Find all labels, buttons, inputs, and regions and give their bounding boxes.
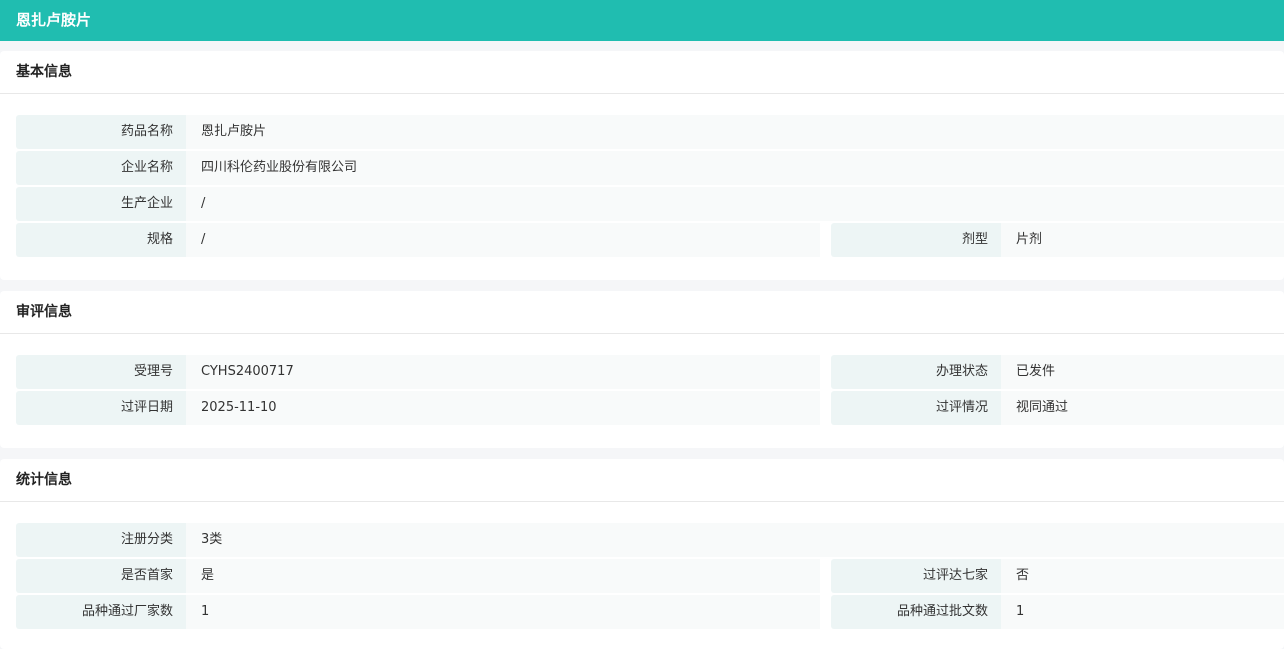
field-reg-class: 注册分类 3类 [16,523,1284,557]
field-company: 企业名称 四川科伦药业股份有限公司 [16,151,1284,185]
field-value: / [186,187,1284,221]
field-value: 恩扎卢胺片 [186,115,1284,149]
stats-info-card: 统计信息 注册分类 3类 是否首家 是 过评达七家 否 品种通过厂家数 1 品种… [0,459,1284,649]
field-label: 受理号 [16,355,186,389]
field-label: 注册分类 [16,523,186,557]
field-manufacturer: 生产企业 / [16,187,1284,221]
field-label: 办理状态 [831,355,1001,389]
field-label: 药品名称 [16,115,186,149]
field-value: 1 [186,595,820,629]
field-accept-status: 受理号 CYHS2400717 办理状态 已发件 [16,355,1284,389]
basic-info-card: 基本信息 药品名称 恩扎卢胺片 企业名称 四川科伦药业股份有限公司 生产企业 /… [0,51,1284,280]
field-label: 生产企业 [16,187,186,221]
field-value: 3类 [186,523,1284,557]
field-value: 1 [1001,595,1284,629]
field-label: 剂型 [831,223,1001,257]
field-label: 过评达七家 [831,559,1001,593]
field-value: 片剂 [1001,223,1284,257]
field-value: 是 [186,559,820,593]
field-value: 视同通过 [1001,391,1284,425]
field-label: 过评情况 [831,391,1001,425]
field-value: CYHS2400717 [186,355,820,389]
field-label: 品种通过批文数 [831,595,1001,629]
field-spec-form: 规格 / 剂型 片剂 [16,223,1284,257]
field-value: 四川科伦药业股份有限公司 [186,151,1284,185]
field-drug-name: 药品名称 恩扎卢胺片 [16,115,1284,149]
review-info-card: 审评信息 受理号 CYHS2400717 办理状态 已发件 过评日期 2025-… [0,291,1284,448]
field-value: 已发件 [1001,355,1284,389]
section-title: 审评信息 [0,291,1284,334]
field-makers-approvals: 品种通过厂家数 1 品种通过批文数 1 [16,595,1284,629]
field-value: 2025-11-10 [186,391,820,425]
field-date-result: 过评日期 2025-11-10 过评情况 视同通过 [16,391,1284,425]
field-label: 过评日期 [16,391,186,425]
field-label: 规格 [16,223,186,257]
field-label: 是否首家 [16,559,186,593]
page-title: 恩扎卢胺片 [0,0,1284,41]
field-label: 企业名称 [16,151,186,185]
field-label: 品种通过厂家数 [16,595,186,629]
field-value: / [186,223,820,257]
section-title: 统计信息 [0,459,1284,502]
section-title: 基本信息 [0,51,1284,94]
field-first-seven: 是否首家 是 过评达七家 否 [16,559,1284,593]
field-value: 否 [1001,559,1284,593]
